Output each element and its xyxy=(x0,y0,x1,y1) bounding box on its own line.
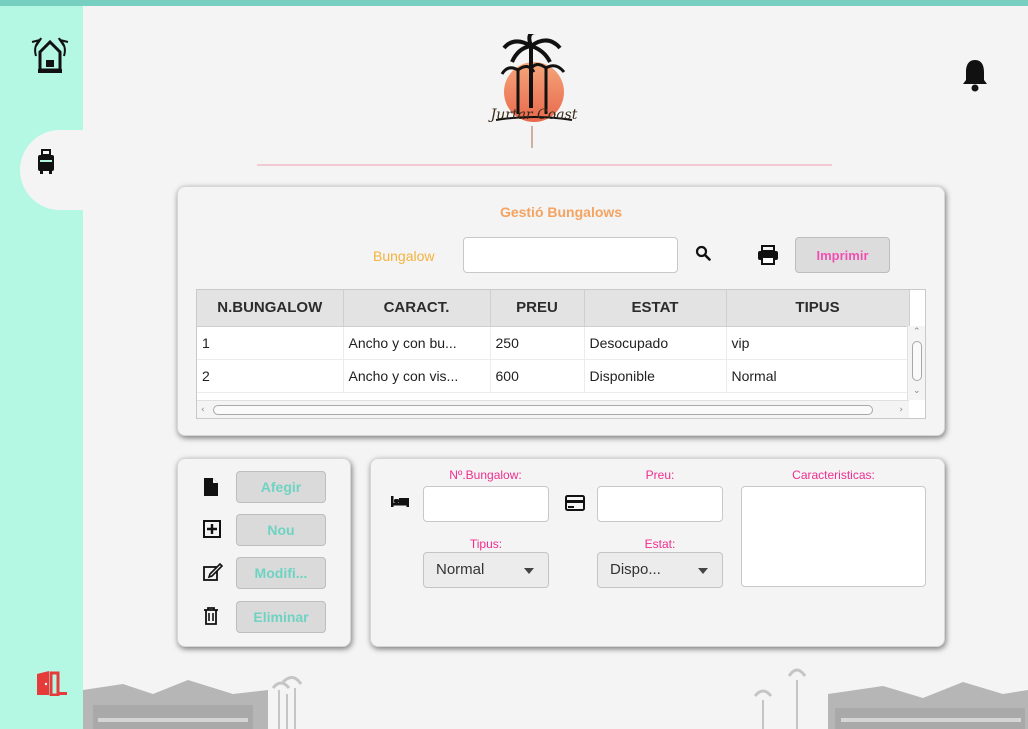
chevron-down-icon xyxy=(524,568,534,574)
edit-icon xyxy=(203,563,223,581)
table-cell: 250 xyxy=(490,326,585,360)
table-cell: vip xyxy=(726,326,910,360)
column-header-n-bungalow[interactable]: N.BUNGALOW xyxy=(197,290,344,327)
action-row-modify: Modifi... xyxy=(203,557,333,589)
scroll-down-icon[interactable]: ⌄ xyxy=(913,386,921,396)
column-header-estat[interactable]: ESTAT xyxy=(584,290,727,327)
footer-bungalow-scenery xyxy=(83,668,1028,729)
bungalow-management-panel: Gestió Bungalows Bungalow Imprimir N.BUN… xyxy=(177,186,945,436)
table-cell: Ancho y con bu... xyxy=(343,326,491,360)
scroll-left-icon[interactable]: ‹ xyxy=(201,405,205,415)
credit-card-icon xyxy=(565,495,585,511)
vertical-scroll-thumb[interactable] xyxy=(912,341,922,381)
column-header-caract[interactable]: CARACT. xyxy=(343,290,491,327)
logout-door-icon[interactable] xyxy=(35,670,69,696)
price-input[interactable] xyxy=(597,486,723,522)
action-row-new: Nou xyxy=(203,514,333,546)
table-row[interactable]: 2 Ancho y con vis... 600 Disponible Norm… xyxy=(197,359,910,393)
luggage-icon[interactable] xyxy=(37,149,55,175)
search-input[interactable] xyxy=(463,237,678,273)
header-divider xyxy=(257,164,832,166)
trash-icon xyxy=(204,607,218,625)
search-label: Bungalow xyxy=(373,248,435,264)
bungalow-number-input[interactable] xyxy=(423,486,549,522)
top-accent-bar xyxy=(0,0,1028,6)
table-cell: 1 xyxy=(197,326,344,360)
brand-logo: Jurtar Coast xyxy=(488,34,578,148)
price-label: Preu: xyxy=(645,468,675,482)
features-label: Caracteristicas: xyxy=(792,468,875,482)
type-select-value: Normal xyxy=(436,561,485,578)
plus-square-icon xyxy=(203,520,221,538)
actions-panel: Afegir Nou Modifi... Eliminar xyxy=(177,458,351,647)
search-icon[interactable] xyxy=(695,245,711,261)
table-row[interactable]: 1 Ancho y con bu... 250 Desocupado vip xyxy=(197,326,910,360)
delete-button[interactable]: Eliminar xyxy=(236,601,326,633)
horizontal-scroll-thumb[interactable] xyxy=(213,405,873,415)
horizontal-scrollbar[interactable]: ‹ › xyxy=(197,400,909,418)
scroll-right-icon[interactable]: › xyxy=(899,405,903,415)
action-row-add: Afegir xyxy=(203,471,333,503)
table-cell: 2 xyxy=(197,359,344,393)
table-cell: Disponible xyxy=(584,359,727,393)
scroll-up-icon[interactable]: ⌃ xyxy=(913,327,921,337)
status-label: Estat: xyxy=(644,537,676,551)
sidebar xyxy=(0,6,83,729)
bell-icon[interactable] xyxy=(961,58,989,92)
new-file-icon xyxy=(204,478,218,496)
status-select-value: Dispo... xyxy=(610,561,661,578)
features-textarea[interactable] xyxy=(741,486,926,587)
new-button[interactable]: Nou xyxy=(236,514,326,546)
panel-title: Gestió Bungalows xyxy=(499,204,623,220)
bungalow-form-panel: Nº.Bungalow: Preu: Caracteristicas: Tipu… xyxy=(370,458,945,647)
modify-button[interactable]: Modifi... xyxy=(236,557,326,589)
add-button[interactable]: Afegir xyxy=(236,471,326,503)
table-cell: Normal xyxy=(726,359,910,393)
bungalow-table[interactable]: N.BUNGALOW CARACT. PREU ESTAT TIPUS 1 An… xyxy=(196,289,926,419)
vertical-scrollbar[interactable]: ⌃ ⌄ xyxy=(907,326,925,400)
table-cell: Desocupado xyxy=(584,326,727,360)
type-select[interactable]: Normal xyxy=(423,552,549,588)
column-header-tipus[interactable]: TIPUS xyxy=(726,290,910,327)
chevron-down-icon xyxy=(698,568,708,574)
action-row-delete: Eliminar xyxy=(203,601,333,633)
table-header-row: N.BUNGALOW CARACT. PREU ESTAT TIPUS xyxy=(197,290,910,327)
bungalow-number-label: Nº.Bungalow: xyxy=(449,468,522,482)
print-button[interactable]: Imprimir xyxy=(795,237,890,273)
bed-icon xyxy=(391,496,409,507)
home-palm-icon[interactable] xyxy=(31,36,69,76)
printer-icon[interactable] xyxy=(757,245,779,265)
table-cell: Ancho y con vis... xyxy=(343,359,491,393)
type-label: Tipus: xyxy=(469,537,503,551)
status-select[interactable]: Dispo... xyxy=(597,552,723,588)
column-header-preu[interactable]: PREU xyxy=(490,290,585,327)
svg-text:Jurtar Coast: Jurtar Coast xyxy=(488,107,578,123)
table-cell: 600 xyxy=(490,359,585,393)
